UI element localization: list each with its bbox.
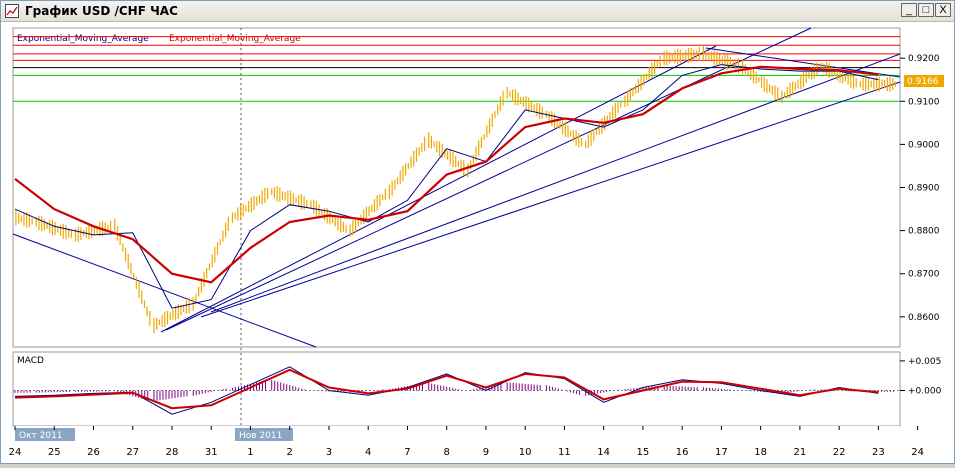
day-label: 24 <box>911 447 924 458</box>
month-label-nov: Нов 2011 <box>239 431 282 441</box>
chart-canvas[interactable]: Exponential_Moving_Average Exponential_M… <box>1 22 954 463</box>
day-label: 11 <box>558 447 571 458</box>
day-label: 15 <box>637 447 650 458</box>
y-tick-label: 0.8800 <box>908 227 940 237</box>
day-label: 22 <box>833 447 846 458</box>
day-label: 1 <box>247 447 253 458</box>
day-label: 16 <box>676 447 689 458</box>
day-label: 14 <box>597 447 610 458</box>
legend-ema-fast: Exponential_Moving_Average <box>17 34 149 44</box>
day-label: 7 <box>404 447 410 458</box>
day-label: 2 <box>287 447 293 458</box>
day-label: 27 <box>126 447 139 458</box>
month-label-oct: Окт 2011 <box>19 431 63 441</box>
legend-ema-slow: Exponential_Moving_Average <box>169 34 301 44</box>
title-bar[interactable]: График USD /CHF ЧАС _ □ X <box>1 1 954 22</box>
chart-area[interactable]: Exponential_Moving_Average Exponential_M… <box>1 22 954 463</box>
day-label: 28 <box>166 447 179 458</box>
day-label: 3 <box>326 447 332 458</box>
day-label: 9 <box>483 447 489 458</box>
day-label: 18 <box>754 447 767 458</box>
y-tick-label: 0.8900 <box>908 184 940 194</box>
day-label: 26 <box>87 447 100 458</box>
y-tick-label: 0.9200 <box>908 54 940 64</box>
day-label: 31 <box>205 447 218 458</box>
day-label: 25 <box>48 447 61 458</box>
chart-app-icon <box>5 4 19 18</box>
day-label: 17 <box>715 447 728 458</box>
window-title: График USD /CHF ЧАС <box>25 4 178 18</box>
day-label: 24 <box>9 447 22 458</box>
close-button[interactable]: X <box>935 3 951 17</box>
y-tick-label: 0.9000 <box>908 140 940 150</box>
day-label: 21 <box>794 447 807 458</box>
maximize-button[interactable]: □ <box>918 3 934 17</box>
day-label: 23 <box>872 447 885 458</box>
macd-label: MACD <box>17 356 44 366</box>
minimize-button[interactable]: _ <box>901 3 917 17</box>
y-tick-label: 0.9100 <box>908 97 940 107</box>
day-label: 10 <box>519 447 532 458</box>
current-price-label: 0.9166 <box>907 77 939 87</box>
y-tick-label: 0.8600 <box>908 313 940 323</box>
macd-y-tick-label: +0.005 <box>908 357 941 367</box>
y-tick-label: 0.8700 <box>908 270 940 280</box>
macd-y-tick-label: +0.000 <box>908 386 942 396</box>
chart-window: График USD /CHF ЧАС _ □ X Exponential_Mo… <box>0 0 955 464</box>
day-label: 8 <box>444 447 450 458</box>
day-label: 4 <box>365 447 371 458</box>
